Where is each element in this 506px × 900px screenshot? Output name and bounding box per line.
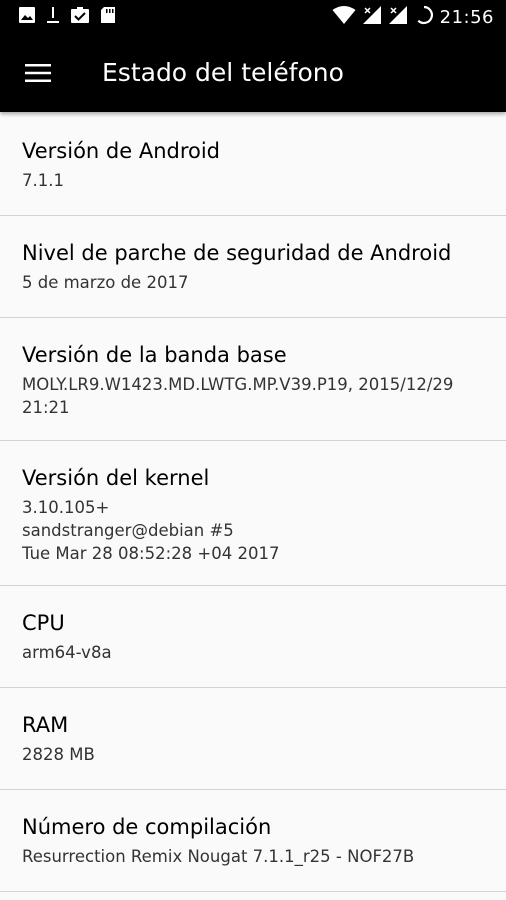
list-item-build-number[interactable]: Número de compilación Resurrection Remix…	[0, 790, 506, 892]
signal-icon	[362, 5, 382, 29]
menu-button[interactable]	[20, 56, 56, 90]
list-item-title: RAM	[22, 713, 69, 737]
wifi-icon	[332, 5, 356, 29]
list-item-title: Número de compilación	[22, 815, 272, 839]
list-item-security-patch[interactable]: Nivel de parche de seguridad de Android …	[0, 216, 506, 318]
list-item-summary: Resurrection Remix Nougat 7.1.1_r25 - NO…	[22, 847, 415, 866]
list-item-android-version[interactable]: Versión de Android 7.1.1	[0, 112, 506, 216]
list-item-title: CPU	[22, 611, 65, 635]
list-item-summary: 5 de marzo de 2017	[22, 273, 189, 292]
list-item-title: Versión de la banda base	[22, 343, 287, 367]
status-bar: 21:56	[0, 0, 506, 34]
signal-icon	[388, 5, 408, 29]
list-item-summary: 7.1.1	[22, 171, 64, 190]
clock: 21:56	[439, 6, 494, 28]
battery-charging-icon	[414, 5, 434, 29]
list-item-title: Nivel de parche de seguridad de Android	[22, 241, 452, 265]
toolbar: Estado del teléfono	[0, 34, 506, 112]
list-item-title: Versión de Android	[22, 139, 221, 163]
download-icon	[46, 6, 60, 28]
hamburger-menu-icon	[25, 64, 51, 82]
page-title: Estado del teléfono	[102, 58, 344, 87]
list-item-ram[interactable]: RAM 2828 MB	[0, 688, 506, 790]
list-item-title: Versión del kernel	[22, 466, 210, 490]
list-item-summary: 2828 MB	[22, 745, 95, 764]
system-icons: 21:56	[332, 5, 494, 29]
image-icon	[18, 6, 36, 28]
list-item-cpu[interactable]: CPU arm64-v8a	[0, 586, 506, 688]
list-item-summary: 3.10.105+ sandstranger@debian #5 Tue Mar…	[22, 498, 280, 563]
list-item-summary: arm64-v8a	[22, 643, 112, 662]
sd-card-icon	[100, 6, 116, 28]
list-item-baseband-version[interactable]: Versión de la banda base MOLY.LR9.W1423.…	[0, 318, 506, 441]
list-item-kernel-version[interactable]: Versión del kernel 3.10.105+ sandstrange…	[0, 441, 506, 586]
list-item-summary: MOLY.LR9.W1423.MD.LWTG.MP.V39.P19, 2015/…	[22, 375, 454, 417]
notification-icons	[18, 7, 116, 27]
task-icon	[70, 6, 90, 28]
